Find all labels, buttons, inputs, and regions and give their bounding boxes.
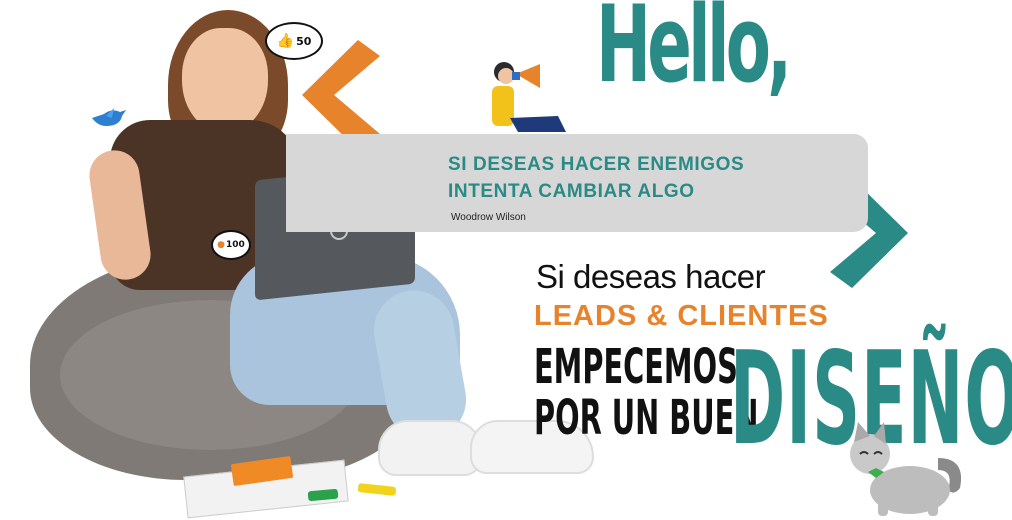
hello-headline: Hello,	[596, 0, 792, 106]
pitch-line-1: Si deseas hacer	[536, 258, 766, 295]
user-count: 100	[226, 240, 245, 250]
thumbs-up-icon: 👍	[276, 33, 295, 49]
user-icon: ●	[217, 240, 226, 250]
cat-icon	[850, 422, 962, 516]
pitch-line-3b: POR UN BUEN	[534, 390, 759, 446]
quote-author: Woodrow Wilson	[451, 212, 526, 223]
user-bubble: ● 100	[211, 230, 251, 260]
sneaker-left	[378, 420, 482, 476]
quote-line-1: SI DESEAS HACER ENEMIGOS	[448, 154, 745, 175]
pitch-line-3a: EMPECEMOS	[534, 339, 738, 395]
bird-icon	[92, 108, 126, 126]
marker-yellow	[357, 483, 397, 496]
quote-line-2: INTENTA CAMBIAR ALGO	[448, 181, 695, 202]
girl-face	[182, 28, 268, 133]
megaphone-icon	[492, 62, 566, 132]
